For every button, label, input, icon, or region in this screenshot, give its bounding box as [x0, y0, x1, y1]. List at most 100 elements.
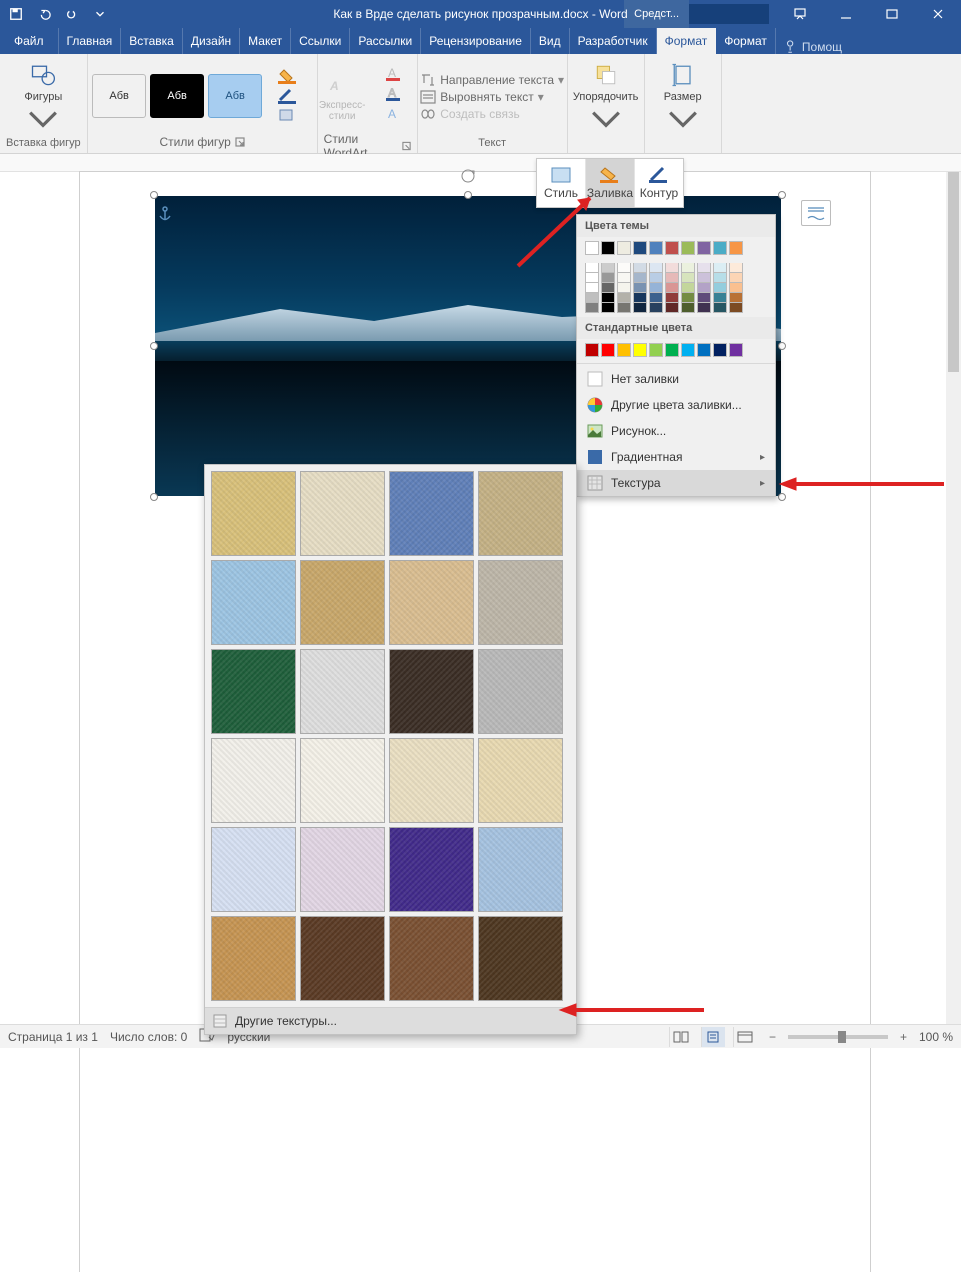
color-swatch[interactable] — [585, 293, 599, 303]
zoom-in-btn[interactable]: + — [896, 1030, 911, 1044]
view-print-layout[interactable] — [701, 1027, 725, 1047]
shapes-button[interactable]: Фигуры — [11, 61, 75, 133]
shape-style-1[interactable]: Абв — [92, 74, 146, 118]
vertical-scrollbar[interactable] — [946, 172, 961, 1024]
color-swatch[interactable] — [601, 343, 615, 357]
color-swatch[interactable] — [649, 241, 663, 255]
shape-style-gallery[interactable]: Абв Абв Абв — [92, 74, 262, 118]
shape-style-2[interactable]: Абв — [150, 74, 204, 118]
resize-handle-tm[interactable] — [464, 191, 472, 199]
texture-swatch[interactable] — [478, 827, 563, 912]
zoom-slider[interactable] — [788, 1035, 888, 1039]
rotate-handle[interactable] — [460, 168, 476, 184]
more-colors-item[interactable]: Другие цвета заливки... — [577, 392, 775, 418]
color-swatch[interactable] — [697, 343, 711, 357]
color-swatch[interactable] — [697, 241, 711, 255]
color-swatch[interactable] — [633, 263, 647, 273]
color-swatch[interactable] — [665, 273, 679, 283]
texture-swatch[interactable] — [211, 649, 296, 734]
color-swatch[interactable] — [697, 293, 711, 303]
texture-swatch[interactable] — [211, 738, 296, 823]
status-page[interactable]: Страница 1 из 1 — [8, 1030, 98, 1044]
text-outline-btn[interactable]: A — [380, 85, 420, 103]
text-fill-btn[interactable]: A — [380, 65, 420, 83]
color-swatch[interactable] — [585, 283, 599, 293]
zoom-slider-thumb[interactable] — [838, 1031, 846, 1043]
shape-fill-btn[interactable] — [272, 67, 312, 85]
texture-swatch[interactable] — [211, 916, 296, 1001]
color-swatch[interactable] — [681, 263, 695, 273]
color-swatch[interactable] — [713, 293, 727, 303]
resize-handle-mr[interactable] — [778, 342, 786, 350]
maximize-button[interactable] — [869, 0, 915, 28]
tab-insert[interactable]: Вставка — [121, 28, 183, 54]
color-swatch[interactable] — [617, 273, 631, 283]
color-swatch[interactable] — [713, 283, 727, 293]
color-swatch[interactable] — [697, 283, 711, 293]
view-web-layout[interactable] — [733, 1027, 757, 1047]
undo-button[interactable] — [30, 0, 58, 28]
color-swatch[interactable] — [601, 293, 615, 303]
texture-swatch[interactable] — [300, 827, 385, 912]
redo-button[interactable] — [58, 0, 86, 28]
zoom-level[interactable]: 100 % — [919, 1030, 953, 1044]
texture-swatch[interactable] — [389, 738, 474, 823]
texture-swatch[interactable] — [389, 649, 474, 734]
texture-swatch[interactable] — [211, 827, 296, 912]
resize-handle-bl[interactable] — [150, 493, 158, 501]
size-button[interactable]: Размер — [651, 61, 715, 133]
resize-handle-tr[interactable] — [778, 191, 786, 199]
tab-format-drawing[interactable]: Формат — [657, 28, 717, 54]
texture-swatch[interactable] — [389, 471, 474, 556]
color-swatch[interactable] — [681, 293, 695, 303]
color-swatch[interactable] — [729, 273, 743, 283]
color-swatch[interactable] — [713, 303, 727, 313]
color-swatch[interactable] — [633, 293, 647, 303]
horizontal-ruler[interactable] — [0, 154, 961, 172]
color-swatch[interactable] — [729, 241, 743, 255]
minimize-button[interactable] — [823, 0, 869, 28]
color-swatch[interactable] — [633, 343, 647, 357]
tab-view[interactable]: Вид — [531, 28, 570, 54]
color-swatch[interactable] — [713, 241, 727, 255]
tab-layout[interactable]: Макет — [240, 28, 291, 54]
color-swatch[interactable] — [601, 303, 615, 313]
color-swatch[interactable] — [601, 283, 615, 293]
texture-swatch[interactable] — [389, 560, 474, 645]
texture-swatch[interactable] — [389, 916, 474, 1001]
tab-review[interactable]: Рецензирование — [421, 28, 531, 54]
shape-effects-btn[interactable] — [272, 107, 312, 125]
color-swatch[interactable] — [713, 263, 727, 273]
scrollbar-thumb[interactable] — [948, 172, 959, 372]
color-swatch[interactable] — [665, 293, 679, 303]
tab-format-picture[interactable]: Формат — [716, 28, 776, 54]
color-swatch[interactable] — [617, 263, 631, 273]
tab-file[interactable]: Файл — [0, 28, 59, 54]
color-swatch[interactable] — [713, 273, 727, 283]
texture-swatch[interactable] — [300, 560, 385, 645]
texture-swatch[interactable] — [211, 560, 296, 645]
texture-swatch[interactable] — [300, 649, 385, 734]
color-swatch[interactable] — [633, 273, 647, 283]
gradient-fill-item[interactable]: Градиентная ▸ — [577, 444, 775, 470]
texture-fill-item[interactable]: Текстура ▸ — [577, 470, 775, 496]
resize-handle-ml[interactable] — [150, 342, 158, 350]
color-swatch[interactable] — [697, 263, 711, 273]
color-swatch[interactable] — [681, 283, 695, 293]
texture-swatch[interactable] — [300, 916, 385, 1001]
resize-handle-tl[interactable] — [150, 191, 158, 199]
color-swatch[interactable] — [729, 263, 743, 273]
texture-swatch[interactable] — [478, 560, 563, 645]
color-swatch[interactable] — [633, 241, 647, 255]
texture-swatch[interactable] — [478, 649, 563, 734]
texture-swatch[interactable] — [478, 738, 563, 823]
shape-style-3[interactable]: Абв — [208, 74, 262, 118]
color-swatch[interactable] — [649, 293, 663, 303]
color-swatch[interactable] — [649, 343, 663, 357]
color-swatch[interactable] — [681, 273, 695, 283]
tab-references[interactable]: Ссылки — [291, 28, 350, 54]
color-swatch[interactable] — [617, 283, 631, 293]
tab-design[interactable]: Дизайн — [183, 28, 240, 54]
more-textures-item[interactable]: Другие текстуры... — [205, 1007, 576, 1034]
account-area[interactable] — [689, 4, 769, 24]
